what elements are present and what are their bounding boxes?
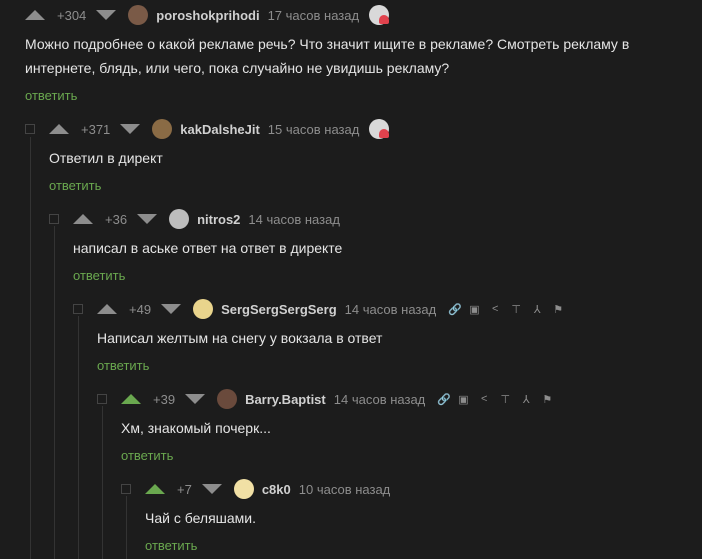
comment-tools: 🔗 ▣ < ⊤ ⅄ ⚑ — [448, 303, 563, 316]
comment-header: +7 c8k0 10 часов назад — [121, 478, 390, 500]
username[interactable]: kakDalsheJit — [180, 122, 260, 137]
username[interactable]: nitros2 — [197, 212, 240, 227]
username[interactable]: c8k0 — [262, 482, 291, 497]
avatar[interactable] — [193, 299, 214, 319]
share-icon[interactable]: < — [490, 303, 500, 315]
avatar[interactable] — [128, 5, 149, 25]
username[interactable]: poroshokprihodi — [156, 8, 259, 23]
jump-up-icon[interactable]: ⊤ — [500, 393, 510, 406]
upvote-icon[interactable] — [49, 124, 69, 134]
username[interactable]: Barry.Baptist — [245, 392, 326, 407]
rating: +304 — [57, 7, 87, 23]
timestamp[interactable]: 14 часов назад — [248, 212, 340, 227]
upvote-icon[interactable] — [97, 304, 117, 314]
heart-badge-icon — [369, 119, 390, 139]
branch-icon[interactable]: ⅄ — [521, 393, 531, 406]
heart-badge-icon — [369, 5, 390, 25]
timestamp[interactable]: 17 часов назад — [268, 8, 360, 23]
link-icon[interactable]: 🔗 — [448, 303, 462, 316]
username[interactable]: SergSergSergSerg — [221, 302, 337, 317]
upvote-icon[interactable] — [121, 394, 141, 404]
comment-text: Ответил в директ — [49, 150, 163, 166]
branch-icon[interactable]: ⅄ — [532, 303, 542, 316]
reply-link[interactable]: ответить — [49, 178, 101, 193]
reply-link[interactable]: ответить — [97, 358, 149, 373]
thread-line-2 — [54, 226, 55, 559]
reply-link[interactable]: ответить — [121, 448, 173, 463]
avatar[interactable] — [169, 209, 190, 229]
comment-text: Можно подробнее о какой рекламе речь? Чт… — [25, 36, 630, 76]
comment-header: +371 kakDalsheJit 15 часов назад — [25, 118, 390, 140]
share-icon[interactable]: < — [479, 393, 489, 405]
comment-text: написал в аське ответ на ответ в директе — [73, 240, 343, 256]
save-icon[interactable]: ▣ — [458, 393, 468, 406]
timestamp[interactable]: 14 часов назад — [334, 392, 426, 407]
comment-text: Чай с беляшами. — [145, 510, 257, 526]
rating: +371 — [81, 121, 111, 137]
downvote-icon[interactable] — [120, 124, 141, 134]
jump-up-icon[interactable]: ⊤ — [511, 303, 521, 316]
upvote-icon[interactable] — [145, 484, 165, 494]
comment-header: +39 Barry.Baptist 14 часов назад 🔗 ▣ < ⊤… — [97, 388, 552, 410]
comment-tools: 🔗 ▣ < ⊤ ⅄ ⚑ — [437, 393, 552, 406]
upvote-icon[interactable] — [25, 10, 45, 20]
collapse-toggle[interactable] — [97, 394, 107, 404]
upvote-icon[interactable] — [73, 214, 93, 224]
comment-text: Написал желтым на снегу у вокзала в отве… — [97, 330, 383, 346]
avatar[interactable] — [152, 119, 173, 139]
collapse-toggle[interactable] — [121, 484, 131, 494]
rating: +36 — [105, 211, 128, 227]
comment-header: +304 poroshokprihodi 17 часов назад — [25, 4, 390, 26]
thread-line-1 — [30, 137, 31, 559]
thread-line-4 — [102, 406, 103, 559]
rating: +49 — [129, 301, 152, 317]
thread-line-5 — [126, 496, 127, 559]
timestamp[interactable]: 15 часов назад — [268, 122, 360, 137]
collapse-toggle[interactable] — [73, 304, 83, 314]
flag-icon[interactable]: ⚑ — [542, 393, 552, 406]
timestamp[interactable]: 14 часов назад — [345, 302, 437, 317]
comment-text: Хм, знакомый почерк... — [121, 420, 271, 436]
rating: +7 — [177, 481, 192, 497]
flag-icon[interactable]: ⚑ — [553, 303, 563, 316]
avatar[interactable] — [217, 389, 238, 409]
save-icon[interactable]: ▣ — [469, 303, 479, 316]
rating: +39 — [153, 391, 176, 407]
thread-line-3 — [78, 316, 79, 559]
downvote-icon[interactable] — [96, 10, 117, 20]
collapse-toggle[interactable] — [25, 124, 35, 134]
downvote-icon[interactable] — [137, 214, 158, 224]
comment-header: +49 SergSergSergSerg 14 часов назад 🔗 ▣ … — [73, 298, 563, 320]
reply-link[interactable]: ответить — [25, 88, 77, 103]
downvote-icon[interactable] — [185, 394, 206, 404]
downvote-icon[interactable] — [201, 484, 222, 494]
reply-link[interactable]: ответить — [145, 538, 197, 553]
avatar[interactable] — [233, 479, 254, 499]
comment-header: +36 nitros2 14 часов назад — [49, 208, 340, 230]
downvote-icon[interactable] — [161, 304, 182, 314]
collapse-toggle[interactable] — [49, 214, 59, 224]
reply-link[interactable]: ответить — [73, 268, 125, 283]
link-icon[interactable]: 🔗 — [437, 393, 451, 406]
timestamp[interactable]: 10 часов назад — [299, 482, 391, 497]
